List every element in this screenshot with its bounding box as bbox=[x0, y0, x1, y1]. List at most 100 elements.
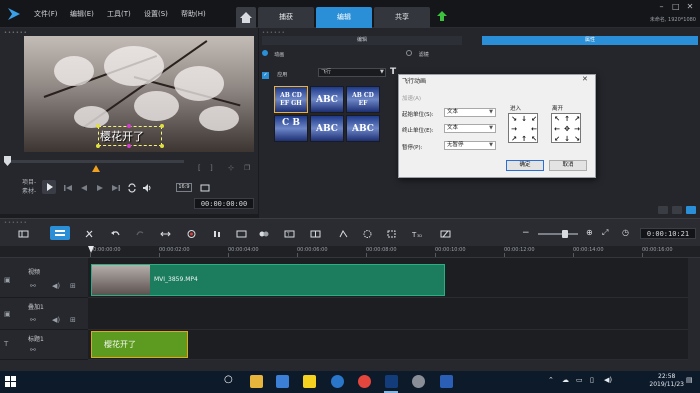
arrow-center-icon[interactable]: ✥ bbox=[562, 124, 572, 134]
track-volume-icon[interactable]: ◀) bbox=[52, 316, 60, 324]
close-icon[interactable]: ✕ bbox=[582, 75, 588, 83]
audio-mixer-icon[interactable] bbox=[212, 229, 223, 239]
link-icon[interactable]: ⚯ bbox=[30, 316, 36, 324]
sticky-notes-icon[interactable] bbox=[303, 375, 316, 388]
maximize-icon[interactable]: □ bbox=[670, 2, 682, 11]
pan-zoom-icon[interactable] bbox=[386, 229, 397, 239]
undo-icon[interactable] bbox=[110, 229, 121, 239]
arrow-left-icon[interactable]: ← bbox=[552, 124, 562, 134]
cancel-button[interactable]: 取消 bbox=[549, 160, 587, 171]
arrow-ne-icon[interactable]: ↗ bbox=[572, 114, 582, 124]
zoom-slider-handle[interactable] bbox=[562, 230, 568, 238]
edge-icon[interactable] bbox=[331, 375, 344, 388]
split-screen-icon[interactable] bbox=[440, 229, 451, 239]
arrow-se-icon[interactable]: ↘ bbox=[572, 134, 582, 144]
zoom-out-icon[interactable]: − bbox=[522, 228, 530, 238]
time-remap-icon[interactable] bbox=[338, 229, 349, 239]
panel-grip[interactable]: •••••• bbox=[4, 220, 28, 226]
subtitle-editor-icon[interactable]: T bbox=[284, 229, 295, 239]
timeline-timecode[interactable]: 0:00:10:21 bbox=[640, 228, 696, 239]
tab-properties[interactable]: 属性 bbox=[482, 36, 698, 45]
windows-start-icon[interactable] bbox=[4, 375, 17, 388]
mode-project[interactable]: 项目- bbox=[22, 177, 36, 186]
go-start-icon[interactable] bbox=[63, 183, 73, 193]
aspect-ratio-button[interactable]: 16:9 bbox=[176, 183, 192, 192]
arrow-left-icon[interactable]: ← bbox=[529, 124, 539, 134]
upload-icon[interactable] bbox=[436, 10, 448, 22]
preset-tile[interactable]: AB CD EF bbox=[346, 86, 380, 113]
tray-battery-icon[interactable]: ▯ bbox=[590, 376, 594, 384]
fullscreen-icon[interactable] bbox=[200, 183, 210, 193]
arrow-right-icon[interactable]: → bbox=[572, 124, 582, 134]
videostudio-icon[interactable] bbox=[385, 375, 398, 388]
radio-filter[interactable] bbox=[406, 50, 413, 56]
prev-frame-icon[interactable] bbox=[79, 183, 89, 193]
animation-type-select[interactable]: 飞行 bbox=[318, 68, 386, 77]
preview-timecode[interactable]: 00:00:00:00 bbox=[194, 198, 254, 209]
chrome-icon[interactable] bbox=[358, 375, 371, 388]
3d-title-icon[interactable]: T 3D bbox=[412, 229, 423, 239]
store-icon[interactable] bbox=[276, 375, 289, 388]
preset-tile[interactable]: C B bbox=[274, 115, 308, 142]
arrow-up-icon[interactable]: ↑ bbox=[562, 114, 572, 124]
zoom-slider[interactable] bbox=[538, 233, 578, 235]
split-icon[interactable]: ⊹ bbox=[228, 164, 234, 172]
menu-tools[interactable]: 工具(T) bbox=[107, 9, 131, 19]
fit-timeline-icon[interactable]: ⤢ bbox=[602, 228, 608, 238]
tab-capture[interactable]: 捕获 bbox=[258, 7, 314, 28]
word-icon[interactable] bbox=[440, 375, 453, 388]
go-end-icon[interactable] bbox=[111, 183, 121, 193]
track-grid-icon[interactable]: ⊞ bbox=[70, 316, 76, 324]
preset-tile[interactable]: ABC bbox=[310, 115, 344, 142]
menu-settings[interactable]: 设置(S) bbox=[144, 9, 168, 19]
tools-icon[interactable] bbox=[84, 229, 95, 239]
arrow-up-icon[interactable]: ↑ bbox=[519, 134, 529, 144]
edit-icon[interactable] bbox=[686, 206, 696, 214]
timeline-view-button[interactable] bbox=[50, 226, 70, 240]
close-icon[interactable]: ✕ bbox=[684, 2, 696, 11]
menu-help[interactable]: 帮助(H) bbox=[181, 9, 206, 19]
radio-animation[interactable] bbox=[262, 50, 268, 56]
mode-clip[interactable]: 素材- bbox=[22, 186, 36, 195]
play-button[interactable] bbox=[42, 180, 56, 194]
end-unit-select[interactable]: 文本 ▼ bbox=[444, 124, 496, 133]
link-icon[interactable]: ⚯ bbox=[30, 282, 36, 290]
mask-creator-icon[interactable] bbox=[362, 229, 373, 239]
arrow-right-icon[interactable]: → bbox=[509, 124, 519, 134]
accelerate-checkbox[interactable]: 加速(A) bbox=[402, 94, 421, 102]
preset-tile[interactable]: ABC bbox=[310, 86, 344, 113]
link-icon[interactable]: ⚯ bbox=[30, 346, 36, 354]
apply-checkbox[interactable]: ✓ bbox=[262, 72, 269, 79]
track-grid-icon[interactable]: ⊞ bbox=[70, 282, 76, 290]
recorder-icon[interactable] bbox=[412, 375, 425, 388]
arrow-down-icon[interactable]: ↓ bbox=[562, 134, 572, 144]
scrubber-handle-icon[interactable] bbox=[4, 156, 11, 166]
arrow-down-icon[interactable]: ↓ bbox=[519, 114, 529, 124]
arrow-nw-icon[interactable]: ↖ bbox=[529, 134, 539, 144]
ok-button[interactable]: 确定 bbox=[506, 160, 544, 171]
track-volume-icon[interactable]: ◀) bbox=[52, 282, 60, 290]
arrow-nw-icon[interactable]: ↖ bbox=[552, 114, 562, 124]
view-large-icon[interactable] bbox=[657, 206, 668, 214]
customize-text-icon[interactable]: T bbox=[390, 67, 396, 77]
motion-track-icon[interactable] bbox=[258, 229, 269, 239]
arrow-ne-icon[interactable]: ↗ bbox=[509, 134, 519, 144]
app-logo-icon[interactable] bbox=[6, 6, 22, 22]
view-small-icon[interactable] bbox=[671, 206, 682, 214]
mark-in-icon[interactable]: [ bbox=[198, 164, 201, 172]
next-frame-icon[interactable] bbox=[95, 183, 105, 193]
arrow-sw-icon[interactable]: ↙ bbox=[552, 134, 562, 144]
volume-icon[interactable] bbox=[142, 183, 152, 193]
storyboard-view-icon[interactable] bbox=[18, 229, 29, 239]
menu-file[interactable]: 文件(F) bbox=[34, 9, 58, 19]
preset-tile[interactable]: AB CD EF GH bbox=[274, 86, 308, 113]
record-capture-icon[interactable] bbox=[186, 229, 197, 239]
playhead-icon[interactable] bbox=[88, 246, 94, 253]
search-icon[interactable]: ○ bbox=[224, 374, 233, 385]
tab-share[interactable]: 共享 bbox=[374, 7, 430, 28]
redo-icon[interactable] bbox=[135, 229, 146, 239]
tray-volume-icon[interactable]: ◀) bbox=[604, 376, 612, 384]
trim-marker-icon[interactable] bbox=[92, 165, 100, 172]
minimize-icon[interactable]: – bbox=[656, 2, 668, 11]
auto-music-icon[interactable] bbox=[236, 229, 247, 239]
